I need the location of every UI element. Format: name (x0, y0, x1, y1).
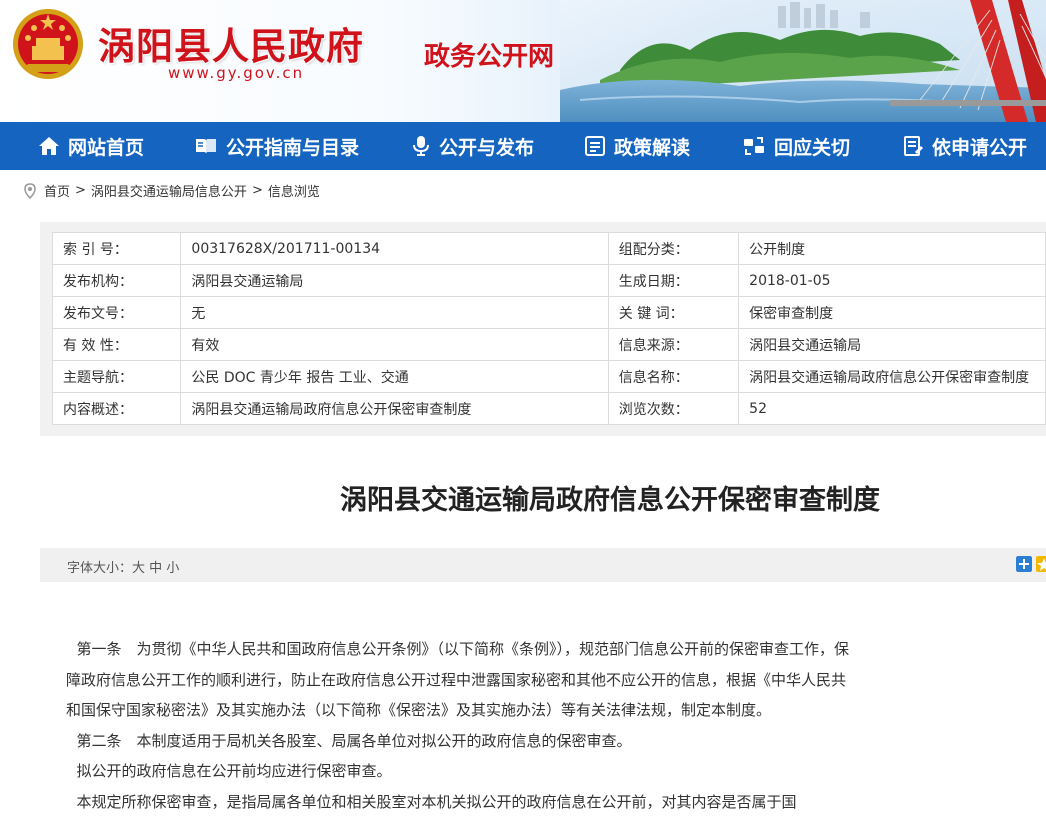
article-paragraph: 第二条 本制度适用于局机关各股室、局属各单位对拟公开的政府信息的保密审查。 (76, 731, 632, 750)
breadcrumb-level1[interactable]: 涡阳县交通运输局信息公开 (91, 181, 247, 200)
nav-item-label: 回应关切 (774, 136, 851, 159)
meta-value: 保密审查制度 (738, 296, 1046, 329)
main-nav: 网站首页 公开指南与目录 公开与发布 政策解读 回应关切 依申请公开 (0, 122, 1046, 170)
meta-value: 2018-01-05 (738, 264, 1046, 297)
meta-value: 涡阳县交通运输局 (738, 328, 1046, 361)
nav-item-label: 依申请公开 (932, 136, 1028, 159)
site-title: 涡阳县人民政府 (98, 24, 364, 68)
meta-value: 公开制度 (738, 232, 1046, 265)
nav-item-home[interactable]: 网站首页 (38, 122, 144, 170)
nav-item-guide[interactable]: 公开指南与目录 (194, 122, 359, 170)
meta-value: 涡阳县交通运输局政府信息公开保密审查制度 (180, 392, 609, 425)
font-size-medium[interactable]: 中 (149, 561, 162, 576)
nav-item-label: 网站首页 (68, 136, 145, 159)
nav-item-label: 公开与发布 (439, 136, 535, 159)
meta-key: 组配分类： (607, 232, 740, 265)
article-paragraph: 本规定所称保密审查，是指局属各单位和相关股室对本机关拟公开的政府信息在公开前，对… (76, 792, 797, 811)
book-icon (196, 139, 216, 154)
breadcrumb-current: 信息浏览 (267, 185, 320, 200)
article-paragraph: 拟公开的政府信息在公开前均应进行保密审查。 (76, 762, 392, 780)
meta-key: 发布机构： (51, 264, 182, 297)
meta-value: 涡阳县交通运输局政府信息公开保密审查制度 (738, 360, 1046, 393)
breadcrumb-home[interactable]: 首页 (44, 181, 70, 200)
font-size-switcher: 字体大小：大 中 小 (67, 557, 179, 576)
meta-key: 有 效 性： (51, 328, 182, 361)
article-toolbar: 字体大小：大 中 小 (40, 548, 1046, 582)
meta-key: 索 引 号： (51, 232, 182, 265)
info-meta-table: 索 引 号： 00317628X/201711-00134 组配分类： 公开制度 发布机… (51, 232, 1046, 425)
meta-row: 索 引 号： 00317628X/201711-00134 组配分类： 公开制度 (51, 232, 1046, 265)
nav-item-label: 公开指南与目录 (226, 136, 360, 159)
breadcrumb-separator: > (251, 183, 263, 198)
meta-value: 有效 (180, 328, 609, 361)
meta-key: 关 键 词： (607, 296, 740, 329)
meta-value: 公民 DOC 青少年 报告 工业、交通 (180, 360, 609, 393)
meta-value: 00317628X/201711-00134 (180, 232, 609, 265)
meta-row: 主题导航： 公民 DOC 青少年 报告 工业、交通 信息名称： 涡阳县交通运输局政府信… (51, 360, 1046, 393)
exchange-icon (744, 137, 764, 155)
plus-share-icon[interactable] (1016, 556, 1032, 572)
site-header: 涡阳县人民政府 www.gy.gov.cn 政务公开网 (0, 0, 1046, 122)
nav-item-apply[interactable]: 依申请公开 (902, 122, 1027, 170)
meta-value: 涡阳县交通运输局 (180, 264, 609, 297)
header-banner-image (560, 0, 1046, 122)
font-size-label: 字体大小： (67, 561, 133, 576)
meta-value: 52 (738, 392, 1046, 425)
meta-key: 发布文号： (51, 296, 182, 329)
nav-item-publish[interactable]: 公开与发布 (411, 122, 534, 170)
font-size-large[interactable]: 大 (132, 561, 145, 576)
meta-key: 信息来源： (607, 328, 740, 361)
home-icon (39, 137, 59, 155)
meta-key: 内容概述： (51, 392, 182, 425)
nav-item-label: 政策解读 (614, 136, 691, 159)
article-body: 第一条 为贯彻《中华人民共和国政府信息公开条例》（以下简称《条例》），规范部门信… (66, 634, 856, 817)
meta-key: 浏览次数： (607, 392, 740, 425)
meta-row: 有 效 性： 有效 信息来源： 涡阳县交通运输局 (51, 328, 1046, 361)
meta-key: 主题导航： (51, 360, 182, 393)
document-icon (585, 136, 605, 156)
font-size-small[interactable]: 小 (166, 561, 179, 576)
share-icons (1016, 556, 1046, 572)
portal-title: 政务公开网 (424, 42, 555, 72)
breadcrumb: 首页 > 涡阳县交通运输局信息公开 > 信息浏览 (24, 181, 320, 200)
article-paragraph: 第一条 为贯彻《中华人民共和国政府信息公开条例》（以下简称《条例》），规范部门信… (66, 640, 850, 719)
meta-value: 无 (180, 296, 609, 329)
meta-row: 发布文号：无关 键 词： 保密审查制度 (51, 296, 1046, 329)
article-title: 涡阳县交通运输局政府信息公开保密审查制度 (340, 485, 880, 516)
form-icon (904, 136, 924, 156)
meta-row: 发布机构： 涡阳县交通运输局 生成日期： 2018-01-05 (51, 264, 1046, 297)
national-emblem-icon (13, 9, 83, 79)
meta-row: 内容概述： 涡阳县交通运输局政府信息公开保密审查制度 浏览次数： 52 (51, 392, 1046, 425)
location-pin-icon (24, 182, 36, 199)
site-url: www.gy.gov.cn (168, 64, 305, 82)
meta-key: 生成日期： (607, 264, 740, 297)
nav-item-response[interactable]: 回应关切 (742, 122, 850, 170)
breadcrumb-separator: > (75, 183, 86, 198)
nav-item-policy[interactable]: 政策解读 (584, 122, 690, 170)
megaphone-icon (413, 136, 429, 156)
qzone-share-icon[interactable] (1036, 556, 1046, 572)
info-meta-panel: 索 引 号： 00317628X/201711-00134 组配分类： 公开制度 发布机… (40, 222, 1046, 436)
meta-key: 信息名称： (607, 360, 740, 393)
